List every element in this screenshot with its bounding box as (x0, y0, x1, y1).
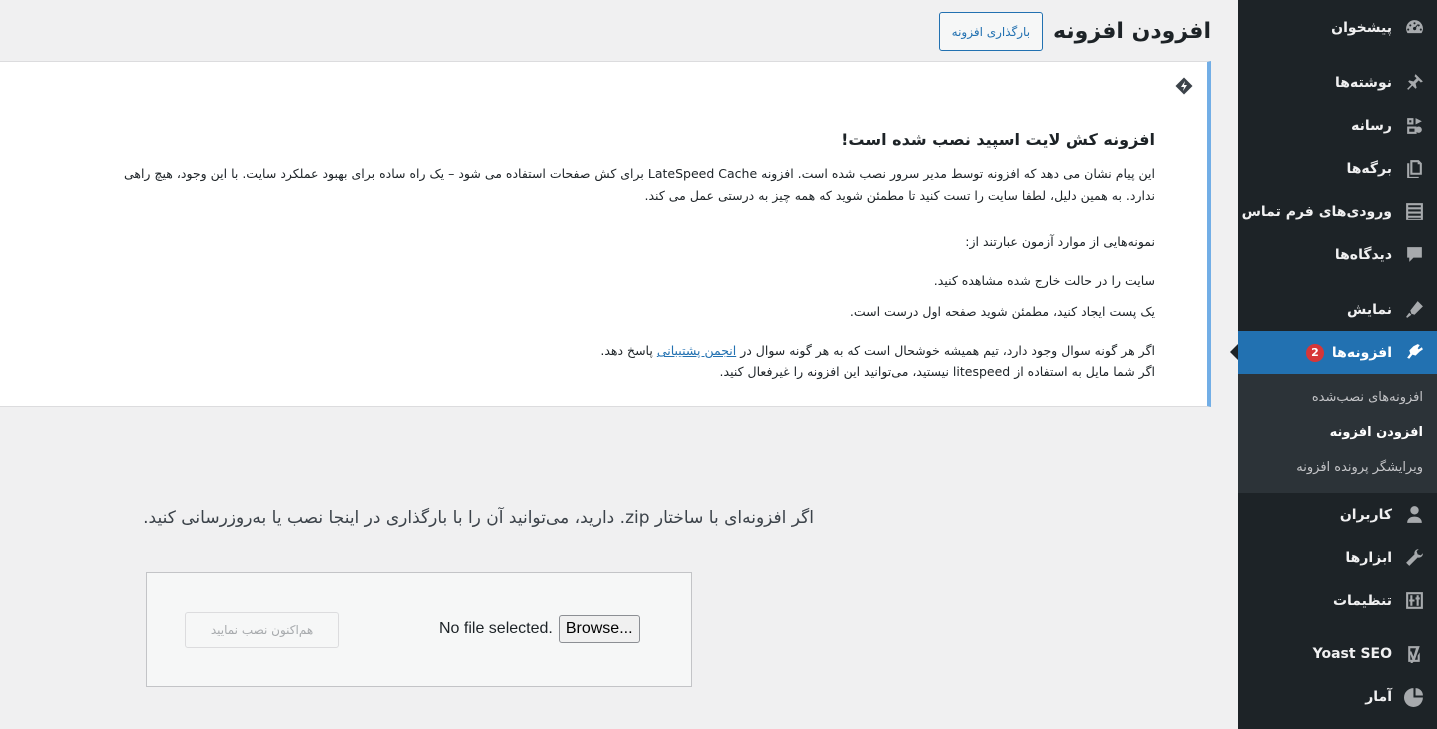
plugins-icon (1402, 341, 1426, 365)
notice-example-2: یک پست ایجاد کنید، مطمئن شوید صفحه اول د… (849, 304, 1155, 319)
stats-icon (1402, 685, 1426, 709)
file-status: No file selected. (439, 620, 553, 637)
sidebar-item-comments[interactable]: دیدگاه‌ها (1238, 233, 1437, 276)
sidebar-item-plugins[interactable]: افزونه‌ها 2 (1230, 331, 1437, 374)
tools-icon (1402, 546, 1426, 570)
sidebar-item-users[interactable]: کاربران (1238, 493, 1437, 536)
sidebar-item-contact-form-entries[interactable]: ورودی‌های فرم تماس (1238, 190, 1437, 233)
sidebar-item-settings[interactable]: تنظیمات (1238, 579, 1437, 622)
sidebar-item-label: نوشته‌ها (1335, 74, 1392, 91)
dashboard-icon (1402, 16, 1426, 40)
litespeed-notice: افزونه کش لایت اسپید نصب شده است! این پی… (0, 61, 1211, 407)
support-forum-link[interactable]: انجمن پشتیبانی (657, 343, 736, 358)
settings-icon (1402, 589, 1426, 613)
browse-button[interactable]: Browse... (558, 615, 640, 643)
support-text-after: پاسخ دهد. (600, 343, 657, 358)
sidebar-item-pages[interactable]: برگه‌ها (1238, 147, 1437, 190)
users-icon (1402, 503, 1426, 527)
sidebar-item-posts[interactable]: نوشته‌ها (1238, 61, 1437, 104)
admin-sidebar: پیشخوان نوشته‌ها رسانه برگه‌ها ورودی‌های… (1230, 0, 1437, 729)
notice-examples-heading: نمونه‌هایی از موارد آزمون عبارتند از: (965, 234, 1155, 249)
file-input[interactable]: No file selected. Browse... (439, 615, 640, 643)
sidebar-item-label: افزونه‌ها (1331, 344, 1392, 361)
submenu-item-plugin-file-editor[interactable]: ویرایشگر پرونده افزونه (1238, 450, 1437, 485)
sidebar-item-label: ورودی‌های فرم تماس (1241, 203, 1392, 220)
sidebar-item-label: آمار (1365, 688, 1392, 705)
notice-line-1: این پیام نشان می دهد که افزونه توسط مدیر… (123, 166, 1155, 181)
sidebar-item-label: پیشخوان (1331, 19, 1392, 36)
notice-title: افزونه کش لایت اسپید نصب شده است! (841, 130, 1155, 149)
notice-line-2: ندارد. به همین دلیل، لطفا سایت را تست کن… (644, 188, 1155, 203)
sidebar-item-label: دیدگاه‌ها (1334, 246, 1392, 263)
sidebar-item-yoast-seo[interactable]: Yoast SEO (1238, 632, 1437, 675)
install-now-button[interactable]: هم‌اکنون نصب نمایید (185, 612, 339, 648)
plugins-submenu: افزونه‌های نصب‌شده افزودن افزونه ویرایشگ… (1238, 374, 1437, 493)
sidebar-item-label: کاربران (1339, 506, 1392, 523)
page-header: افزودن افزونه بارگذاری افزونه (938, 12, 1211, 51)
litespeed-logo-icon (1175, 77, 1193, 95)
page-title: افزودن افزونه (1053, 19, 1211, 44)
pages-icon (1402, 157, 1426, 181)
sidebar-item-label: نمایش (1347, 301, 1392, 318)
pin-icon (1402, 71, 1426, 95)
sidebar-item-stats[interactable]: آمار (1238, 675, 1437, 718)
notice-example-1: سایت را در حالت خارج شده مشاهده کنید. (933, 273, 1155, 288)
forms-icon (1402, 200, 1426, 224)
sidebar-item-label: تنظیمات (1332, 592, 1392, 609)
sidebar-item-tools[interactable]: ابزارها (1238, 536, 1437, 579)
upload-description: اگر افزونه‌ای با ساختار zip. دارید، می‌ت… (143, 508, 814, 528)
sidebar-item-label: Yoast SEO (1312, 645, 1392, 662)
notice-support-line: اگر هر گونه سوال وجود دارد، تیم همیشه خو… (600, 343, 1155, 358)
submenu-item-add-plugin[interactable]: افزودن افزونه (1238, 415, 1437, 450)
upload-form: هم‌اکنون نصب نمایید No file selected. Br… (146, 572, 692, 687)
sidebar-item-label: رسانه (1351, 117, 1392, 134)
media-icon (1402, 114, 1426, 138)
sidebar-item-label: برگه‌ها (1346, 160, 1392, 177)
comments-icon (1402, 243, 1426, 267)
appearance-icon (1402, 298, 1426, 322)
notice-disable-line: اگر شما مایل به استفاده از litespeed نیس… (719, 364, 1155, 379)
yoast-icon (1402, 642, 1426, 666)
sidebar-item-dashboard[interactable]: پیشخوان (1238, 6, 1437, 49)
update-count-badge: 2 (1305, 343, 1324, 362)
upload-plugin-button[interactable]: بارگذاری افزونه (938, 12, 1044, 51)
sidebar-item-media[interactable]: رسانه (1238, 104, 1437, 147)
submenu-item-installed-plugins[interactable]: افزونه‌های نصب‌شده (1238, 380, 1437, 415)
sidebar-item-appearance[interactable]: نمایش (1238, 288, 1437, 331)
sidebar-item-label: ابزارها (1345, 549, 1392, 566)
support-text-before: اگر هر گونه سوال وجود دارد، تیم همیشه خو… (736, 343, 1155, 358)
